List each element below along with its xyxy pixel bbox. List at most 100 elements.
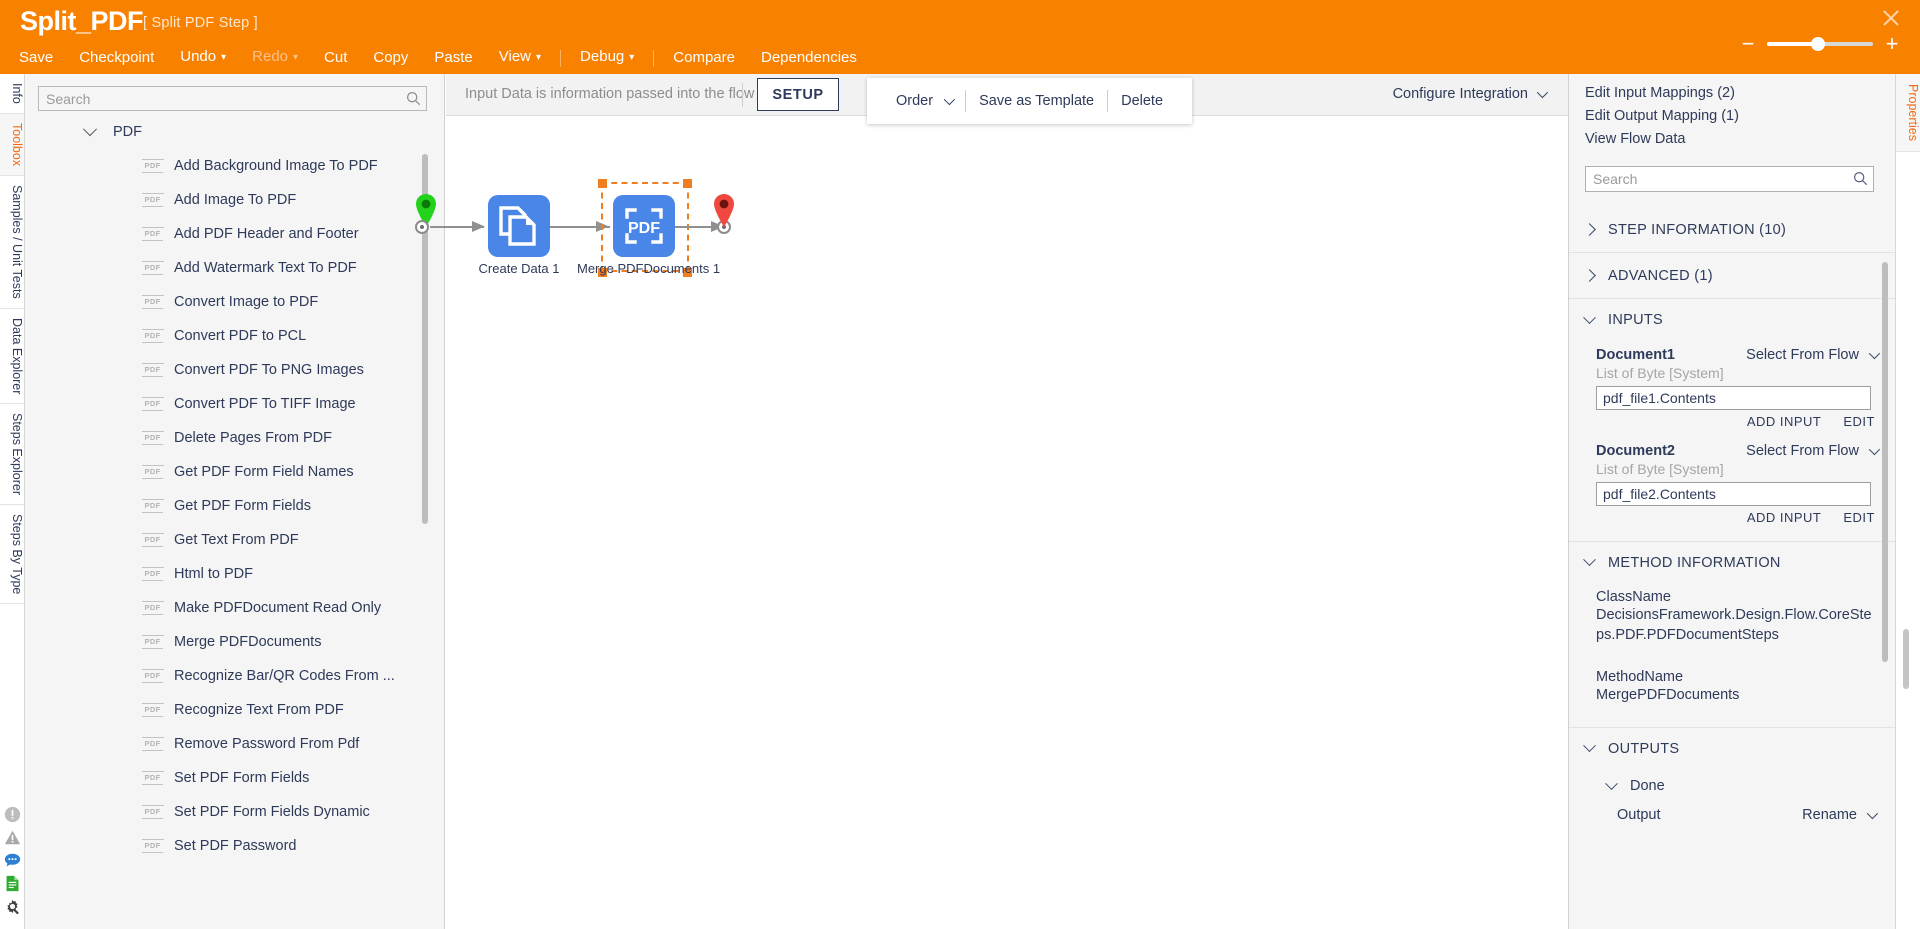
toolbox-item[interactable]: PDF Convert PDF To TIFF Image (25, 387, 443, 421)
toolbox-item[interactable]: PDF Delete Pages From PDF (25, 421, 443, 455)
sidebar-tab-steps-explorer[interactable]: Steps Explorer (0, 404, 24, 506)
toolbox-search-input[interactable] (38, 86, 427, 111)
toolbox-item[interactable]: PDF Set PDF Form Fields (25, 761, 443, 795)
right-tab-rail: Properties (1895, 74, 1920, 929)
toolbox-item[interactable]: PDF Set PDF Form Fields Dynamic (25, 795, 443, 829)
context-menu-save-as-template[interactable]: Save as Template (966, 93, 1107, 109)
flow-node-create-data[interactable] (488, 195, 550, 257)
zoom-out-button[interactable]: − (1738, 33, 1758, 55)
sidebar-tab-info[interactable]: Info (0, 74, 24, 114)
info-icon[interactable] (4, 806, 21, 823)
flow-canvas[interactable]: Create Data 1 PDF Merge PDFDocuments 1 (415, 116, 1568, 929)
menu-copy[interactable]: Copy (360, 47, 421, 69)
sidebar-tab-samples-unit-tests[interactable]: Samples / Unit Tests (0, 176, 24, 309)
edit-input-mappings-link[interactable]: Edit Input Mappings (2) (1569, 82, 1895, 105)
add-input-button-2[interactable]: ADD INPUT (1747, 510, 1822, 525)
chat-icon[interactable] (4, 852, 21, 869)
toolbox-item-list[interactable]: PDF Add Background Image To PDF PDF Add Ima… (25, 149, 443, 929)
menu-checkpoint[interactable]: Checkpoint (66, 47, 167, 69)
toolbox-item[interactable]: PDF Remove Password From Pdf (25, 727, 443, 761)
pdf-file-icon: PDF (142, 192, 165, 207)
selection-handle-top-right[interactable] (683, 179, 692, 188)
chevron-down-icon (1605, 776, 1618, 790)
toolbox-item[interactable]: PDF Add Background Image To PDF (25, 149, 443, 183)
chevron-down-icon (943, 93, 956, 106)
output-rename-button[interactable]: Rename (1802, 807, 1879, 823)
toolbox-item[interactable]: PDF Html to PDF (25, 557, 443, 591)
menu-compare[interactable]: Compare (660, 47, 748, 69)
toolbox-item[interactable]: PDF Convert PDF to PCL (25, 319, 443, 353)
toolbox-group-pdf[interactable]: PDF (82, 122, 142, 140)
toolbox-item[interactable]: PDF Add PDF Header and Footer (25, 217, 443, 251)
add-input-button-1[interactable]: ADD INPUT (1747, 414, 1822, 429)
flow-node-merge-pdfdocuments[interactable]: PDF (613, 195, 675, 257)
menu-cut[interactable]: Cut (311, 47, 360, 69)
configure-integration-button[interactable]: Configure Integration (1393, 86, 1549, 102)
context-menu-order-label: Order (896, 93, 934, 109)
input-field-document1-type: List of Byte [System] (1596, 365, 1724, 381)
section-inputs[interactable]: INPUTS (1569, 299, 1895, 341)
right-rail-scrollbar[interactable] (1903, 629, 1909, 689)
menu-paste[interactable]: Paste (421, 47, 485, 69)
edit-input-button-1[interactable]: EDIT (1843, 414, 1875, 429)
menu-redo[interactable]: Redo ▾ (239, 46, 311, 70)
edit-input-button-2[interactable]: EDIT (1843, 510, 1875, 525)
toolbox-item[interactable]: PDF Recognize Text From PDF (25, 693, 443, 727)
context-menu-order[interactable]: Order (883, 93, 965, 109)
menu-debug-label: Debug (580, 48, 625, 65)
document-icon[interactable] (4, 875, 21, 892)
toolbox-item[interactable]: PDF Merge PDFDocuments (25, 625, 443, 659)
gear-wrench-icon[interactable] (4, 898, 21, 915)
input-field-document2-selector-label: Select From Flow (1746, 443, 1859, 459)
menu-view-label: View (498, 48, 532, 65)
toolbox-item[interactable]: PDF Set PDF Password (25, 829, 443, 863)
context-menu-delete[interactable]: Delete (1108, 93, 1176, 109)
sidebar-tab-data-explorer[interactable]: Data Explorer (0, 309, 24, 405)
toolbox-item[interactable]: PDF Convert PDF To PNG Images (25, 353, 443, 387)
toolbox-item[interactable]: PDF Add Watermark Text To PDF (25, 251, 443, 285)
section-method-information[interactable]: METHOD INFORMATION (1569, 541, 1895, 583)
pdf-file-icon: PDF (142, 702, 165, 717)
section-step-information[interactable]: STEP INFORMATION (10) (1569, 207, 1895, 253)
menu-checkpoint-label: Checkpoint (79, 49, 155, 66)
edit-output-mapping-link[interactable]: Edit Output Mapping (1) (1569, 105, 1895, 128)
properties-search-input[interactable] (1585, 166, 1874, 192)
section-advanced[interactable]: ADVANCED (1) (1569, 253, 1895, 299)
toolbox-item[interactable]: PDF Get PDF Form Fields (25, 489, 443, 523)
sidebar-tab-toolbox[interactable]: Toolbox (0, 113, 24, 176)
warning-icon[interactable] (4, 829, 21, 846)
menu-undo[interactable]: Undo ▾ (167, 46, 239, 70)
toolbox-item[interactable]: PDF Make PDFDocument Read Only (25, 591, 443, 625)
zoom-slider-handle[interactable] (1811, 37, 1825, 51)
toolbox-item-label: Convert Image to PDF (174, 294, 319, 310)
menu-debug[interactable]: Debug ▾ (567, 46, 647, 70)
search-icon[interactable] (406, 91, 421, 106)
close-icon[interactable] (1879, 6, 1903, 30)
input-field-document2-selector[interactable]: Select From Flow (1746, 443, 1881, 459)
toolbox-item[interactable]: PDF Recognize Bar/QR Codes From ... (25, 659, 443, 693)
start-connector-point[interactable] (415, 220, 429, 234)
output-branch-done[interactable]: Done (1569, 769, 1895, 803)
view-flow-data-link[interactable]: View Flow Data (1569, 128, 1895, 151)
menu-save[interactable]: Save (0, 47, 66, 69)
search-icon[interactable] (1853, 171, 1868, 186)
setup-button[interactable]: SETUP (757, 78, 839, 111)
sidebar-tab-properties[interactable]: Properties (1896, 74, 1920, 152)
menu-view[interactable]: View ▾ (486, 46, 554, 70)
toolbox-item[interactable]: PDF Get PDF Form Field Names (25, 455, 443, 489)
toolbox-item[interactable]: PDF Convert Image to PDF (25, 285, 443, 319)
selection-handle-top-left[interactable] (598, 179, 607, 188)
input-field-document1-selector[interactable]: Select From Flow (1746, 347, 1881, 363)
input-field-document1-value[interactable] (1596, 386, 1871, 410)
zoom-slider-track[interactable] (1767, 37, 1873, 51)
section-outputs[interactable]: OUTPUTS (1569, 727, 1895, 769)
input-field-document2-value[interactable] (1596, 482, 1871, 506)
zoom-in-button[interactable]: + (1882, 33, 1902, 55)
toolbox-item[interactable]: PDF Add Image To PDF (25, 183, 443, 217)
menu-dependencies[interactable]: Dependencies (748, 47, 870, 69)
properties-scrollbar[interactable] (1882, 262, 1888, 662)
output-row-label: Output (1617, 807, 1661, 823)
zoom-slider-control[interactable]: − + (1738, 33, 1902, 55)
toolbox-item[interactable]: PDF Get Text From PDF (25, 523, 443, 557)
sidebar-tab-steps-by-type[interactable]: Steps By Type (0, 505, 24, 605)
